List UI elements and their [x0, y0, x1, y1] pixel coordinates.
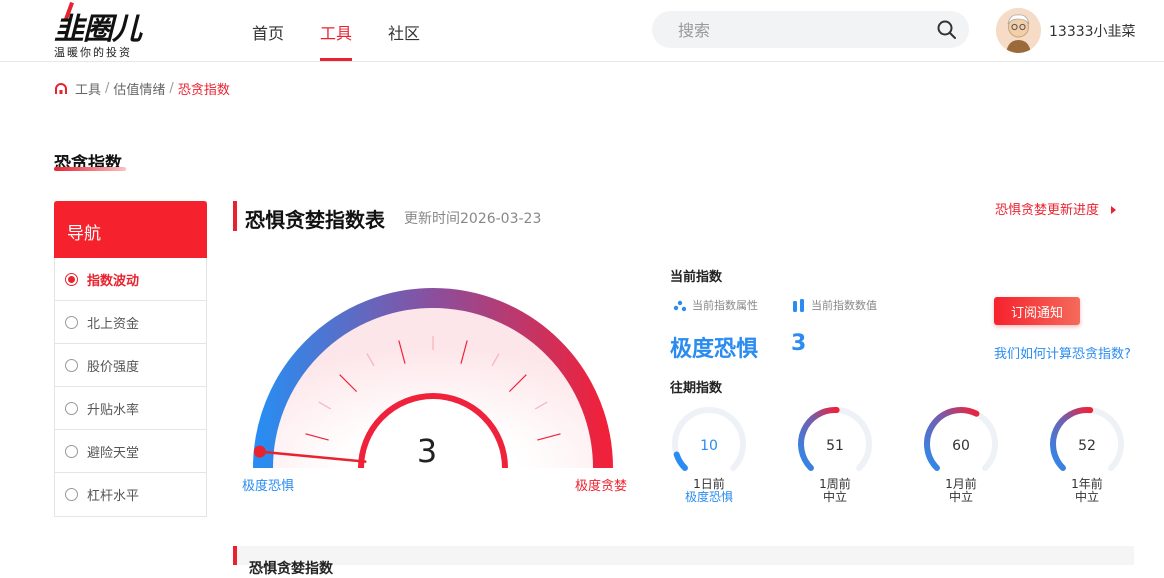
current-attr-value: 极度恐惧: [670, 337, 759, 362]
breadcrumb-tools[interactable]: 工具: [75, 79, 101, 98]
search-box: [652, 11, 969, 48]
side-nav-item-northbound-funds[interactable]: 北上资金: [55, 301, 206, 344]
past-index-heading: 往期指数: [670, 381, 723, 396]
side-nav-item-leverage[interactable]: 杠杆水平: [55, 473, 206, 516]
current-index-value: 3: [791, 331, 807, 356]
subscribe-button[interactable]: 订阅通知: [994, 297, 1080, 325]
caret-right-icon: [1111, 206, 1117, 214]
radio-icon: [65, 444, 78, 458]
update-progress-link[interactable]: 恐惧贪婪更新进度: [995, 199, 1117, 218]
radio-icon: [65, 358, 78, 372]
side-nav-item-price-strength[interactable]: 股价强度: [55, 344, 206, 387]
radio-icon: [65, 272, 78, 286]
past-index-item: 51 1周前 中立: [796, 405, 876, 505]
home-icon[interactable]: [54, 82, 68, 96]
breadcrumb-separator: /: [105, 81, 110, 96]
side-nav-title: 导航: [54, 201, 207, 258]
mini-gauge-value-arc: [673, 451, 688, 472]
nav-active-indicator: [320, 58, 352, 61]
breadcrumb-separator: /: [169, 81, 174, 96]
update-time: 更新时间2026-03-23: [404, 211, 542, 227]
scatter-icon: [673, 300, 686, 311]
gauge-value: 3: [417, 432, 437, 470]
radio-icon: [65, 488, 78, 501]
side-nav-item-label: 升贴水率: [87, 402, 140, 418]
past-index-state: 中立: [822, 490, 847, 504]
past-index-value: 60: [952, 438, 970, 454]
gauge-left-label: 极度恐惧: [242, 479, 295, 494]
past-index-state: 中立: [948, 490, 973, 504]
current-attr-label-text: 当前指数属性: [692, 299, 758, 312]
gauge-svg: 3: [253, 288, 613, 470]
side-nav-item-safe-haven[interactable]: 避险天堂: [55, 430, 206, 473]
nav-community[interactable]: 社区: [388, 20, 420, 44]
side-nav-item-label: 北上资金: [87, 316, 140, 332]
nav-home[interactable]: 首页: [252, 20, 284, 44]
past-index-state: 中立: [1074, 490, 1099, 504]
radio-icon: [65, 401, 78, 415]
past-index-item: 60 1月前 中立: [922, 405, 1002, 505]
side-nav-item-label: 杠杆水平: [87, 489, 140, 504]
search-icon[interactable]: [936, 19, 958, 41]
past-index-value: 10: [700, 438, 718, 454]
page-title-underline: [54, 167, 126, 171]
how-calculated-link[interactable]: 我们如何计算恐贪指数?: [994, 343, 1131, 362]
update-progress-label: 恐惧贪婪更新进度: [995, 203, 1100, 218]
avatar[interactable]: [996, 8, 1041, 53]
site-logo[interactable]: 韭圈儿 温暖你的投资: [54, 1, 164, 60]
side-nav-item-label: 股价强度: [87, 359, 140, 375]
side-nav-item-label: 避险天堂: [87, 445, 140, 461]
radio-icon: [65, 315, 78, 329]
gauge-right-label: 极度贪婪: [575, 479, 628, 494]
past-index-state: 极度恐惧: [684, 490, 733, 504]
search-input[interactable]: [678, 19, 918, 41]
fear-greed-gauge: 3 极度恐惧 极度贪婪: [224, 280, 639, 495]
bottom-section-header: 恐惧贪婪指数: [233, 546, 1134, 577]
breadcrumb-current: 恐贪指数: [177, 83, 230, 98]
side-nav-item-index-volatility[interactable]: 指数波动: [55, 258, 206, 301]
side-nav: 导航 指数波动 北上资金 股价强度 升贴水率 避险天堂 杠杆水平: [54, 201, 207, 517]
section-title: 恐惧贪婪指数表: [245, 208, 385, 232]
past-index-value: 52: [1078, 438, 1096, 454]
current-attr-label: 当前指数属性: [673, 297, 758, 313]
past-index-item: 52 1年前 中立: [1048, 405, 1128, 505]
username[interactable]: 13333小韭菜: [1049, 21, 1136, 41]
logo-slogan: 温暖你的投资: [54, 46, 132, 59]
logo-text: 韭圈儿: [54, 12, 142, 47]
current-value-label-text: 当前指数数值: [811, 299, 877, 312]
bottom-section-title: 恐惧贪婪指数: [249, 561, 333, 577]
current-value-label: 当前指数数值: [792, 297, 877, 313]
top-bar: 韭圈儿 温暖你的投资 首页 工具 社区 13333小韭菜: [0, 0, 1164, 62]
nav-tools[interactable]: 工具: [320, 20, 352, 44]
past-index-item: 10 1日前 极度恐惧: [670, 405, 750, 505]
breadcrumb: 工具 / 估值情绪 / 恐贪指数: [54, 79, 230, 98]
bars-icon: [793, 298, 804, 312]
current-index-heading: 当前指数: [670, 270, 723, 285]
side-nav-item-premium-rate[interactable]: 升贴水率: [55, 387, 206, 430]
section-title-accent: [233, 201, 237, 231]
side-nav-item-label: 指数波动: [87, 273, 140, 289]
past-index-value: 51: [826, 438, 844, 454]
breadcrumb-valuation[interactable]: 估值情绪: [113, 79, 165, 98]
gauge-needle-dot: [253, 445, 266, 458]
